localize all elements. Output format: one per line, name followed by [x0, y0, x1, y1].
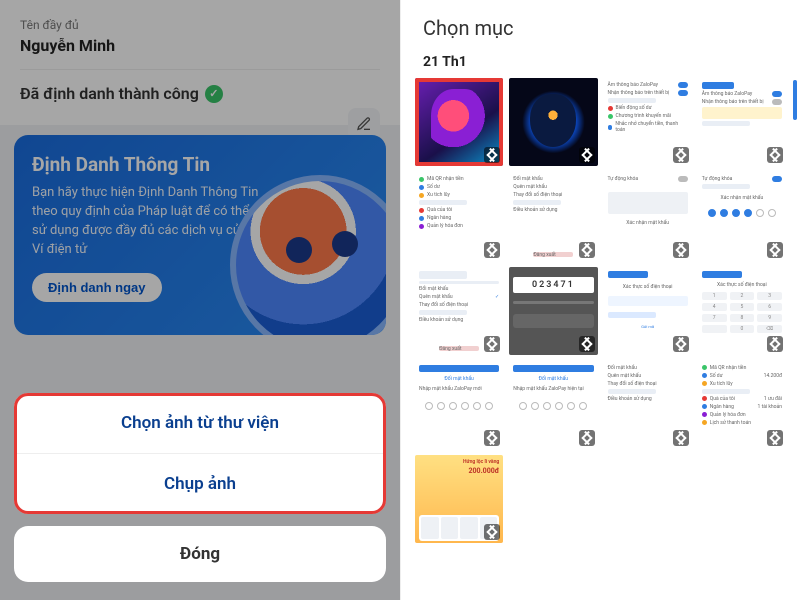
- expand-icon[interactable]: [579, 147, 595, 163]
- expand-icon[interactable]: [767, 147, 783, 163]
- sheet-options-card: Chọn ảnh từ thư viện Chụp ảnh: [14, 393, 386, 514]
- expand-icon[interactable]: [579, 430, 595, 446]
- expand-icon[interactable]: [673, 430, 689, 446]
- promo-amount: 200.000đ: [468, 467, 499, 475]
- gallery-thumbnail[interactable]: Âm thông báo ZaloPay Nhận thông báo trên…: [698, 78, 786, 166]
- gallery-grid: Âm thông báo ZaloPay Nhận thông báo trên…: [405, 78, 796, 543]
- gallery-thumbnail[interactable]: Âm thông báo ZaloPay Nhận thông báo trên…: [604, 78, 692, 166]
- expand-icon[interactable]: [579, 242, 595, 258]
- left-screenshot: Tên đầy đủ Nguyễn Minh Đã định danh thàn…: [0, 0, 400, 600]
- gallery-thumbnail[interactable]: Tự động khóa Xác nhận mật khẩu: [604, 172, 692, 260]
- gallery-thumbnail[interactable]: Xác thực số điện thoại 123 456 789 0⌫: [698, 267, 786, 355]
- right-screenshot: Chọn mục 21 Th1 Âm thông báo ZaloPay Nhậ…: [400, 0, 800, 600]
- gallery-thumbnail[interactable]: Tự động khóa Xác nhận mật khẩu: [698, 172, 786, 260]
- promo-title: Hứng lộc lì vàng: [463, 459, 499, 465]
- gallery-thumbnail[interactable]: Đổi mật khẩu Nhập mật khẩu ZaloPay mới: [415, 361, 503, 449]
- close-sheet-button[interactable]: Đóng: [14, 526, 386, 582]
- gallery-thumbnail[interactable]: 023471: [509, 267, 597, 355]
- picker-title: Chọn mục: [405, 10, 796, 52]
- photo-action-sheet: Chọn ảnh từ thư viện Chụp ảnh Đóng: [0, 393, 400, 600]
- gallery-thumbnail[interactable]: Xác thực số điện thoại Gửi mã: [604, 267, 692, 355]
- gallery-thumbnail[interactable]: Đổi mật khẩu Quên mật khẩu Thay đổi số đ…: [509, 172, 597, 260]
- take-photo-button[interactable]: Chụp ảnh: [14, 454, 386, 514]
- expand-icon[interactable]: [673, 242, 689, 258]
- expand-icon[interactable]: [484, 430, 500, 446]
- choose-from-library-button[interactable]: Chọn ảnh từ thư viện: [14, 393, 386, 453]
- scrollbar-thumb[interactable]: [793, 80, 797, 120]
- gallery-thumbnail[interactable]: Mã QR nhận tiền Số dư14.200đ Xu tích lũy…: [698, 361, 786, 449]
- expand-icon[interactable]: [767, 336, 783, 352]
- gallery-thumbnail[interactable]: Mã QR nhận tiền Số dư Xu tích lũy Quà củ…: [415, 172, 503, 260]
- gallery-thumbnail[interactable]: Đổi mật khẩu Quên mật khẩu✓ Thay đổi số …: [415, 267, 503, 355]
- expand-icon[interactable]: [673, 147, 689, 163]
- expand-icon[interactable]: [767, 430, 783, 446]
- expand-icon[interactable]: [484, 242, 500, 258]
- gallery-thumbnail[interactable]: Đổi mật khẩu Quên mật khẩu Thay đổi số đ…: [604, 361, 692, 449]
- otp-code: 023471: [513, 277, 593, 293]
- date-group-label: 21 Th1: [405, 52, 796, 78]
- expand-icon[interactable]: [484, 524, 500, 540]
- expand-icon[interactable]: [484, 336, 500, 352]
- gallery-thumbnail[interactable]: Hứng lộc lì vàng 200.000đ: [415, 455, 503, 543]
- expand-icon[interactable]: [767, 242, 783, 258]
- expand-icon[interactable]: [579, 336, 595, 352]
- gallery-thumbnail-selected[interactable]: [415, 78, 503, 166]
- gallery-thumbnail[interactable]: [509, 78, 597, 166]
- gallery-thumbnail[interactable]: Đổi mật khẩu Nhập mật khẩu ZaloPay hiện …: [509, 361, 597, 449]
- expand-icon[interactable]: [673, 336, 689, 352]
- expand-icon[interactable]: [484, 147, 500, 163]
